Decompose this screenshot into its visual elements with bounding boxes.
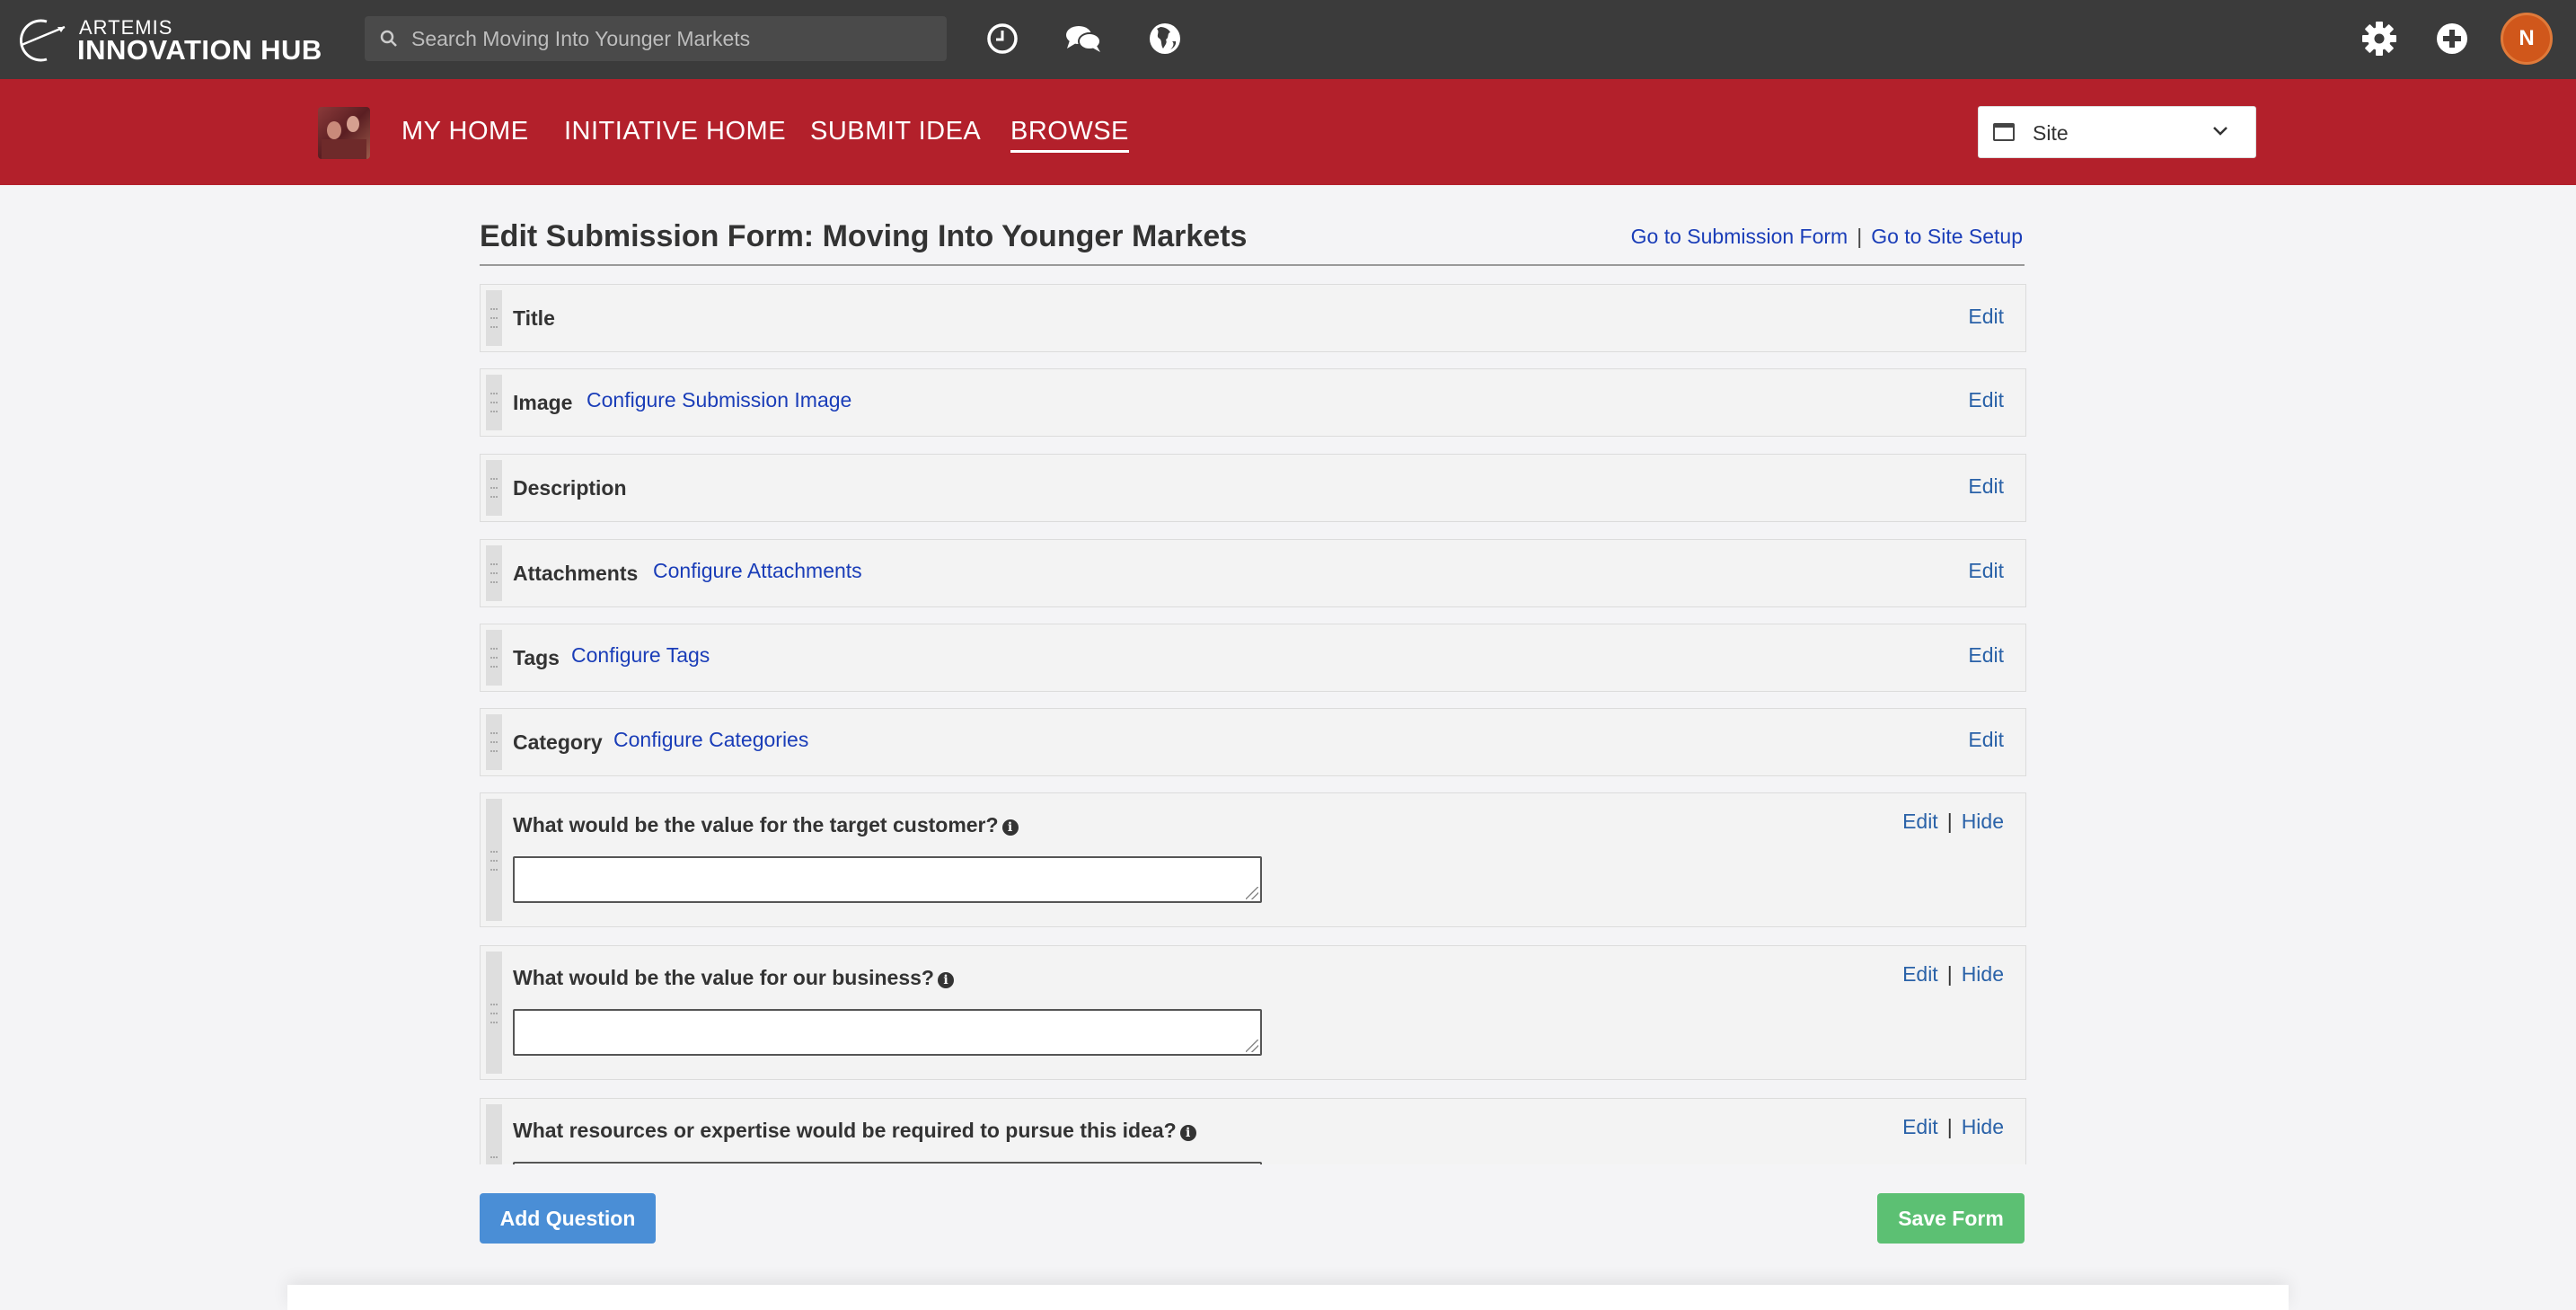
drag-handle[interactable]	[486, 375, 502, 430]
hide-link[interactable]: Hide	[1962, 1115, 2004, 1138]
field-row-image: Image Configure Submission Image Edit	[480, 368, 2026, 437]
drag-handle[interactable]	[486, 799, 502, 921]
drag-handle[interactable]	[486, 1104, 502, 1164]
gear-icon[interactable]	[2360, 20, 2398, 58]
logo-text-big: INNOVATION HUB	[77, 34, 322, 66]
drag-handle[interactable]	[486, 714, 502, 770]
hide-link[interactable]: Hide	[1962, 962, 2004, 986]
edit-link[interactable]: Edit	[1968, 559, 2004, 583]
bow-arrow-icon	[20, 19, 66, 62]
footer-panel	[287, 1285, 2289, 1310]
drag-handle[interactable]	[486, 290, 502, 346]
question-row: What would be the value for our business…	[480, 945, 2026, 1080]
header-links: Go to Submission Form | Go to Site Setup	[1631, 225, 2023, 249]
add-question-button[interactable]: Add Question	[480, 1193, 656, 1244]
nav-submit-idea[interactable]: SUBMIT IDEA	[810, 113, 981, 153]
user-avatar[interactable]: N	[2501, 13, 2553, 65]
question-actions: Edit | Hide	[1902, 962, 2004, 986]
chevron-down-icon	[2212, 125, 2228, 141]
field-label: Tags	[513, 646, 560, 669]
field-label: Attachments	[513, 562, 639, 585]
edit-link[interactable]: Edit	[1968, 643, 2004, 668]
site-select[interactable]: Site	[1978, 106, 2256, 158]
field-row-tags: Tags Configure Tags Edit	[480, 624, 2026, 692]
edit-link[interactable]: Edit	[1902, 1115, 1938, 1138]
link-separator: |	[1857, 225, 1863, 248]
info-icon[interactable]: i	[1001, 819, 1019, 836]
field-label: Description	[513, 476, 627, 500]
edit-link[interactable]: Edit	[1902, 810, 1938, 833]
form-field-list: Title Edit Image Configure Submission Im…	[480, 279, 2026, 1164]
resize-handle[interactable]	[1246, 887, 1258, 899]
answer-textarea[interactable]	[513, 856, 1262, 903]
field-row-description: Description Edit	[480, 454, 2026, 522]
top-bar: ARTEMIS INNOVATION HUB N	[0, 0, 2576, 79]
configure-tags-link[interactable]: Configure Tags	[571, 643, 710, 668]
question-actions: Edit | Hide	[1902, 810, 2004, 833]
edit-link[interactable]: Edit	[1968, 474, 2004, 499]
clock-icon[interactable]	[984, 20, 1021, 58]
question-row: What resources or expertise would be req…	[480, 1098, 2026, 1164]
field-label: Image	[513, 391, 573, 414]
search-input[interactable]	[411, 16, 932, 61]
edit-link[interactable]: Edit	[1968, 305, 2004, 329]
configure-submission-image-link[interactable]: Configure Submission Image	[587, 388, 851, 412]
question-label: What resources or expertise would be req…	[513, 1119, 1196, 1143]
resize-handle[interactable]	[1246, 1040, 1258, 1052]
field-row-attachments: Attachments Configure Attachments Edit	[480, 539, 2026, 607]
hide-link[interactable]: Hide	[1962, 810, 2004, 833]
question-actions: Edit | Hide	[1902, 1115, 2004, 1138]
edit-link[interactable]: Edit	[1968, 388, 2004, 412]
answer-textarea[interactable]	[513, 1009, 1262, 1056]
nav-browse[interactable]: BROWSE	[1010, 113, 1129, 153]
artemis-logo[interactable]: ARTEMIS INNOVATION HUB	[20, 14, 325, 66]
globe-icon[interactable]	[1146, 20, 1184, 58]
go-to-submission-form-link[interactable]: Go to Submission Form	[1631, 225, 1848, 248]
initiative-thumbnail[interactable]	[318, 107, 370, 159]
save-form-button[interactable]: Save Form	[1877, 1193, 2025, 1244]
drag-handle[interactable]	[486, 460, 502, 516]
drag-handle[interactable]	[486, 630, 502, 686]
field-label: Title	[513, 306, 555, 330]
info-icon[interactable]: i	[1179, 1125, 1196, 1141]
field-row-category: Category Configure Categories Edit	[480, 708, 2026, 776]
nav-bar: MY HOME INITIATIVE HOME SUBMIT IDEA BROW…	[0, 79, 2576, 185]
page-title: Edit Submission Form: Moving Into Younge…	[480, 219, 1248, 253]
drag-handle[interactable]	[486, 545, 502, 601]
nav-my-home[interactable]: MY HOME	[401, 113, 529, 153]
configure-categories-link[interactable]: Configure Categories	[613, 728, 808, 752]
question-row: What would be the value for the target c…	[480, 792, 2026, 927]
drag-handle[interactable]	[486, 952, 502, 1074]
configure-attachments-link[interactable]: Configure Attachments	[653, 559, 862, 583]
search-box	[365, 16, 947, 61]
search-icon	[379, 29, 399, 53]
answer-textarea[interactable]	[513, 1162, 1262, 1164]
field-row-title: Title Edit	[480, 284, 2026, 352]
field-label: Category	[513, 730, 603, 754]
title-divider	[480, 264, 2025, 266]
question-label: What would be the value for the target c…	[513, 813, 1019, 837]
chat-icon[interactable]	[1064, 20, 1102, 58]
nav-initiative-home[interactable]: INITIATIVE HOME	[564, 113, 786, 153]
window-icon	[1993, 123, 2015, 141]
edit-link[interactable]: Edit	[1902, 962, 1938, 986]
question-label: What would be the value for our business…	[513, 966, 954, 990]
go-to-site-setup-link[interactable]: Go to Site Setup	[1871, 225, 2023, 248]
plus-circle-icon[interactable]	[2433, 20, 2471, 58]
edit-link[interactable]: Edit	[1968, 728, 2004, 752]
site-select-value: Site	[2033, 121, 2069, 145]
info-icon[interactable]: i	[937, 972, 954, 988]
